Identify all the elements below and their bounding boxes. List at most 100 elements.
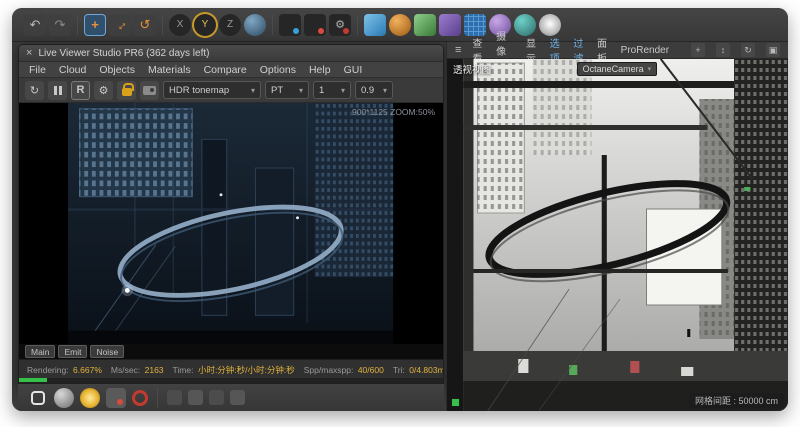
window-title: Live Viewer Studio PR6 (362 days left) [38,48,209,59]
samples-field[interactable]: 1 ▾ [313,81,351,99]
scale-tool-icon[interactable]: ↔ [109,14,131,36]
camera-tag[interactable]: OctaneCamera ▾ [577,62,658,76]
y-axis-lock-button[interactable]: Y [194,14,216,36]
undo-glyph: ↶ [30,17,41,33]
caret-down-icon: ▾ [299,86,303,95]
render-view-icon[interactable] [279,14,301,36]
workplane-icon[interactable] [209,390,224,405]
restart-render-icon[interactable]: ↻ [25,81,44,100]
live-viewer-window: × Live Viewer Studio PR6 (362 days left)… [18,44,444,384]
orbit-view-icon[interactable]: ↻ [741,43,755,57]
menu-gui[interactable]: GUI [344,64,363,76]
redo-glyph: ↷ [55,17,66,33]
menu-compare[interactable]: Compare [204,64,247,76]
close-icon[interactable]: × [26,47,32,59]
caret-down-icon: ▾ [251,86,255,95]
viewport-canvas[interactable]: 透视视图 OctaneCamera ▾ 网格间距 : 50000 cm [447,59,788,411]
pass-main-button[interactable]: Main [25,345,55,358]
region-render-button[interactable]: R [71,81,90,100]
rounded-cube-icon[interactable] [28,388,48,408]
live-viewer-titlebar[interactable]: × Live Viewer Studio PR6 (362 days left) [19,45,443,62]
octane-render-view[interactable]: 900*1125 ZOOM:50% [19,103,443,344]
render-settings-accent [343,28,349,34]
render-progress-track [19,378,443,383]
zoom-view-icon[interactable]: ↕ [716,43,730,57]
settings-gear-icon[interactable]: ⚙ [94,81,113,100]
vp-menu-prorender[interactable]: ProRender [621,45,669,56]
scene-camera-icon[interactable] [106,388,126,408]
deformer-icon[interactable] [439,14,461,36]
pass-noise-button[interactable]: Noise [90,345,124,358]
bottom-toolbar [18,384,444,411]
caret-down-icon: ▾ [383,86,387,95]
undo-icon[interactable]: ↶ [24,14,46,36]
status-spp: Spp/maxspp: 40/600 [304,360,384,378]
lock-resolution-icon[interactable] [117,81,136,100]
view-label[interactable]: 透视视图 [453,62,491,76]
redo-icon[interactable]: ↷ [49,14,71,36]
x-axis-lock-button[interactable]: X [169,14,191,36]
render-pv-accent [318,28,324,34]
sphere-primitive-icon[interactable] [54,388,74,408]
menu-options[interactable]: Options [260,64,296,76]
grid-snap-icon[interactable] [167,390,182,405]
coordinate-system-icon[interactable] [244,14,266,36]
content-area: × Live Viewer Studio PR6 (362 days left)… [12,42,788,411]
caret-down-icon: ▾ [341,86,345,95]
light-object-icon[interactable] [539,14,561,36]
render-picture-viewer-icon[interactable] [304,14,326,36]
status-time: Time: 小时:分钟:秒/小时:分钟:秒 [173,360,295,378]
viewport-menubar: ≡ 查看 摄像机 显示 选项 过滤 面板 ProRender + ↕ ↻ ▣ [447,42,788,59]
rotate-glyph: ↺ [140,17,151,33]
main-toolbar: ↶ ↷ + ↔ ↺ X Y Z ⚙ [12,8,788,42]
gamma-value: 0.9 [361,85,374,96]
record-icon[interactable] [132,390,148,406]
pan-view-icon[interactable]: + [691,43,705,57]
kernel-value: PT [271,85,283,96]
x-glyph: X [177,19,184,30]
mograph-icon[interactable] [464,14,486,36]
hamburger-icon[interactable]: ≡ [455,44,461,56]
y-glyph: Y [202,19,209,30]
render-settings-icon[interactable]: ⚙ [329,14,351,36]
kernel-select[interactable]: PT ▾ [265,81,309,99]
menu-file[interactable]: File [29,64,46,76]
menu-cloud[interactable]: Cloud [59,64,86,76]
pass-emit-button[interactable]: Emit [58,345,87,358]
toggle-view-icon[interactable]: ▣ [766,43,780,57]
camera-icon[interactable] [140,81,159,100]
status-mssec: Ms/sec: 2163 [111,360,164,378]
toolbar-separator [272,15,273,35]
spline-pen-icon[interactable] [389,14,411,36]
menu-objects[interactable]: Objects [99,64,135,76]
rotate-tool-icon[interactable]: ↺ [134,14,156,36]
scene-light-icon[interactable] [80,388,100,408]
magnet-snap-icon[interactable] [188,390,203,405]
camera-record-dot [117,399,123,405]
gear-glyph: ⚙ [99,84,109,97]
camera-shape [143,86,156,95]
render-status-bar: Rendering: 6.667% Ms/sec: 2163 Time: 小时:… [19,359,443,378]
menu-help[interactable]: Help [309,64,331,76]
pause-bar [54,86,57,95]
z-axis-lock-button[interactable]: Z [219,14,241,36]
toolbar-separator [357,15,358,35]
subdivision-surface-icon[interactable] [414,14,436,36]
menu-materials[interactable]: Materials [148,64,191,76]
status-tri: Tri: 0/4.803m [393,360,443,378]
live-viewer-toolbar: ↻ R ⚙ HDR tonemap ▾ PT ▾ 1 [19,78,443,103]
cube-primitive-icon[interactable] [364,14,386,36]
z-glyph: Z [227,19,233,30]
pause-render-icon[interactable] [48,81,67,100]
camera-tag-label: OctaneCamera [583,64,644,74]
restart-glyph: ↻ [30,84,39,97]
move-tool-icon[interactable]: + [84,14,106,36]
volume-icon[interactable] [514,14,536,36]
tonemap-select[interactable]: HDR tonemap ▾ [163,81,261,99]
move-glyph: + [91,17,99,32]
samples-value: 1 [319,85,324,96]
gamma-field[interactable]: 0.9 ▾ [355,81,393,99]
quantize-icon[interactable] [230,390,245,405]
scale-glyph: ↔ [110,15,130,35]
render-progress-fill [19,378,47,382]
